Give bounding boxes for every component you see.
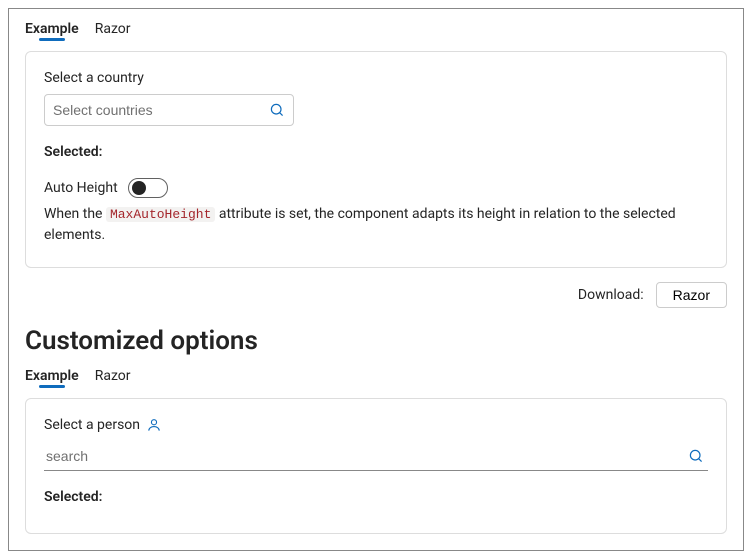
country-combobox[interactable] <box>44 94 294 126</box>
tab-label: Razor <box>95 368 131 384</box>
autoheight-description: When the MaxAutoHeight attribute is set,… <box>44 204 708 245</box>
country-label: Select a country <box>44 70 708 86</box>
tab-underline <box>39 385 65 388</box>
tabs-section2: Example Razor <box>25 364 727 388</box>
person-input[interactable] <box>46 448 688 464</box>
code-maxautoheight: MaxAutoHeight <box>106 207 215 222</box>
tab-label: Example <box>25 21 79 37</box>
heading-customized-options: Customized options <box>25 326 727 356</box>
toggle-thumb <box>132 181 146 195</box>
download-row: Download: Razor <box>25 282 727 308</box>
selected-label: Selected: <box>44 144 708 160</box>
example-card-1: Select a country Selected: Auto Height W… <box>25 51 727 268</box>
person-combobox[interactable] <box>44 441 708 471</box>
tab-label: Example <box>25 368 79 384</box>
tab-example-2[interactable]: Example <box>25 364 79 388</box>
download-razor-button[interactable]: Razor <box>656 282 727 308</box>
tab-label: Razor <box>95 21 131 37</box>
person-icon <box>146 417 162 433</box>
autoheight-toggle[interactable] <box>128 178 168 198</box>
country-input[interactable] <box>53 102 269 118</box>
tab-example[interactable]: Example <box>25 17 79 41</box>
tab-razor[interactable]: Razor <box>95 17 131 41</box>
autoheight-label: Auto Height <box>44 180 118 196</box>
search-icon <box>269 102 285 118</box>
tabs-section1: Example Razor <box>25 17 727 41</box>
tab-razor-2[interactable]: Razor <box>95 364 131 388</box>
person-label: Select a person <box>44 417 708 433</box>
tab-underline <box>39 38 65 41</box>
selected-label-2: Selected: <box>44 489 708 505</box>
example-card-2: Select a person Selected: <box>25 398 727 534</box>
search-icon <box>688 448 704 464</box>
download-label: Download: <box>578 287 644 303</box>
